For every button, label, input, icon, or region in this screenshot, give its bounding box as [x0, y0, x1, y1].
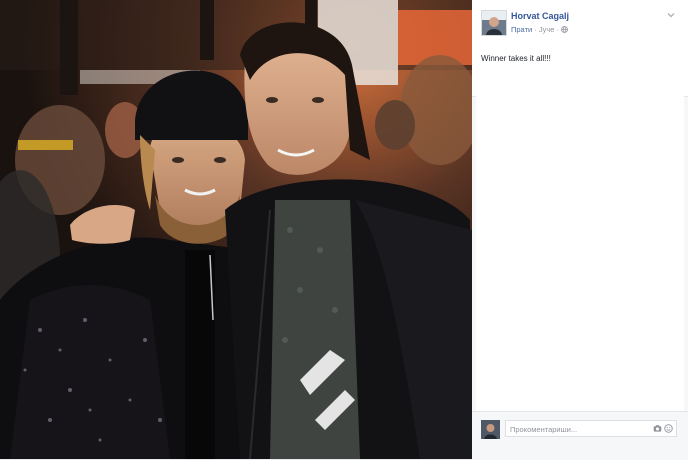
post-text: Winner takes it all!!!: [481, 54, 551, 63]
post-meta: Прати · Јуче ·: [511, 25, 569, 34]
post-sidebar: Horvat Cagalj Прати · Јуче · Winner take…: [472, 0, 688, 460]
meta-separator: ·: [534, 25, 537, 34]
avatar-image: [482, 11, 506, 35]
follow-link[interactable]: Прати: [511, 25, 532, 34]
smiley-icon[interactable]: [664, 424, 673, 433]
chevron-down-icon[interactable]: [666, 10, 676, 20]
post-time[interactable]: Јуче: [539, 25, 555, 34]
viewer-avatar-image: [481, 420, 500, 439]
comment-input[interactable]: Прокоментариши...: [505, 420, 677, 437]
viewer-avatar: [481, 420, 500, 439]
comment-placeholder: Прокоментариши...: [510, 425, 578, 434]
comments-area: [476, 96, 684, 411]
party-photo: [0, 0, 472, 459]
comment-composer: Прокоментариши...: [472, 411, 688, 460]
post-header: Horvat Cagalj Прати · Јуче · Winner take…: [472, 0, 688, 97]
photo-viewer[interactable]: [0, 0, 472, 459]
post-author-name[interactable]: Horvat Cagalj: [511, 11, 569, 21]
meta-separator: ·: [556, 25, 560, 34]
globe-icon: [561, 26, 569, 33]
camera-icon[interactable]: [653, 424, 662, 433]
author-avatar[interactable]: [481, 10, 507, 36]
